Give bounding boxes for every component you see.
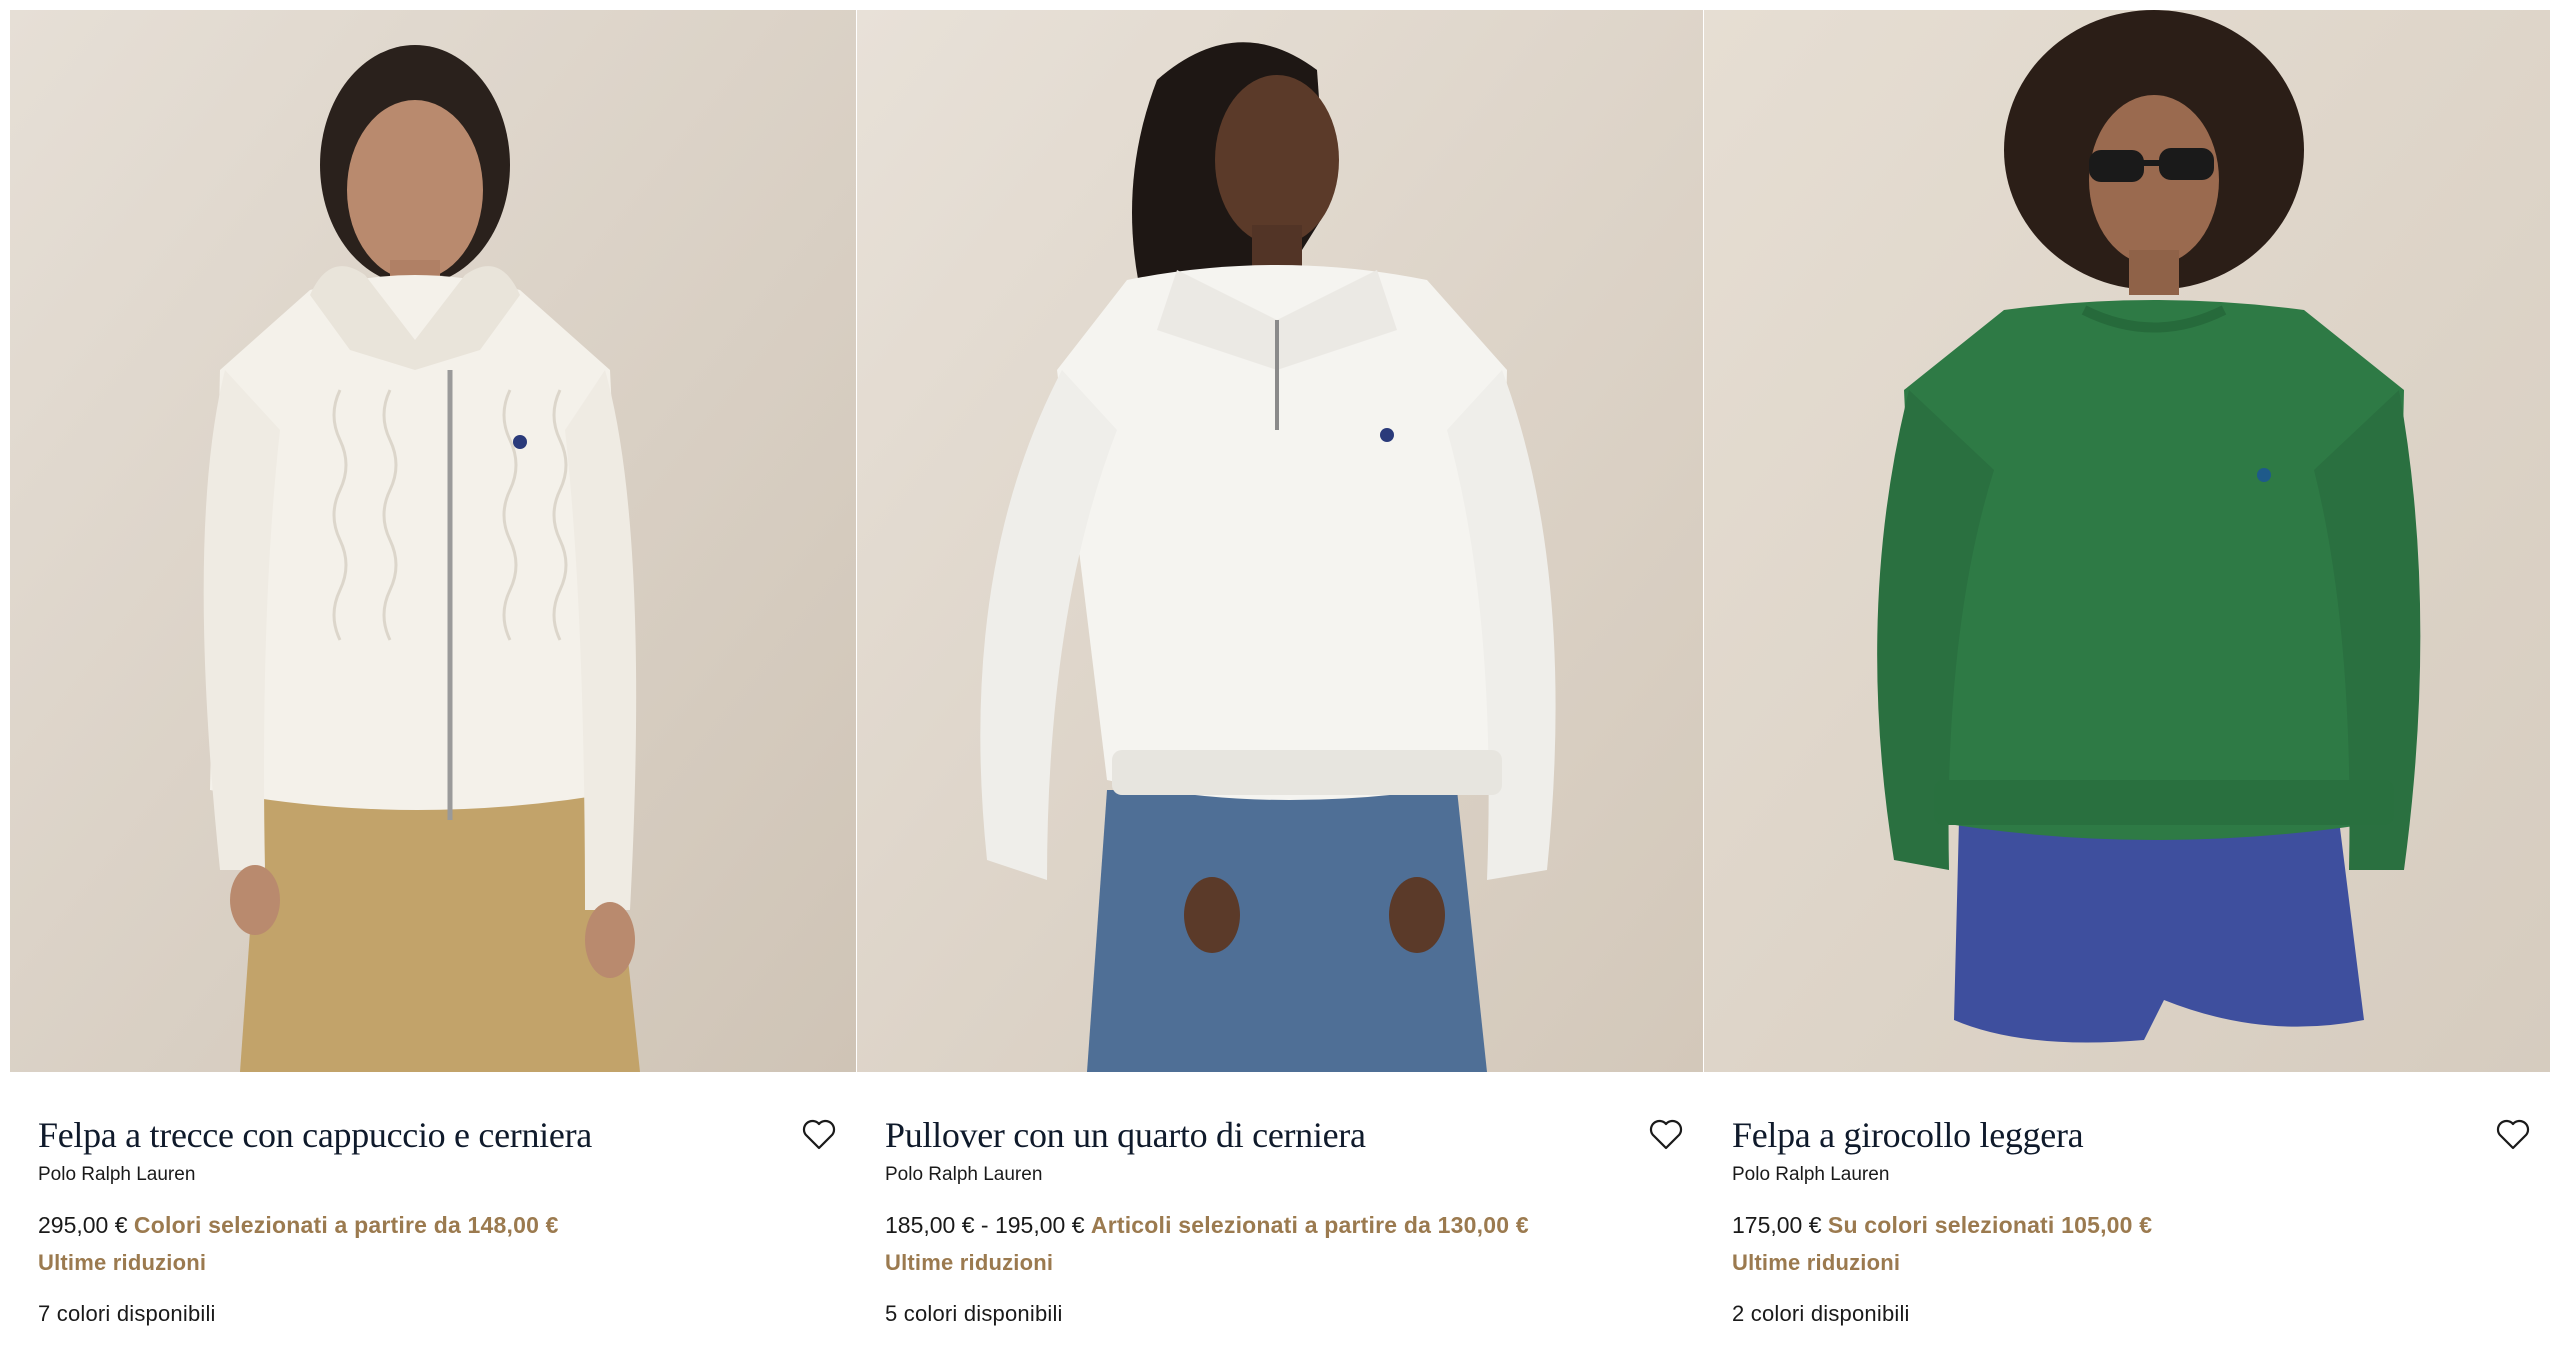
product-image[interactable] [857, 10, 1703, 1072]
model-photo-illustration [10, 10, 856, 1072]
promo-price: Articoli selezionati a partire da 130,00… [1090, 1212, 1529, 1238]
product-brand: Polo Ralph Lauren [885, 1164, 1043, 1185]
product-card[interactable]: Felpa a trecce con cappuccio e cerniera … [10, 10, 856, 1342]
price-line: 295,00 € Colori selezionati a partire da… [38, 1212, 559, 1239]
wishlist-button[interactable] [800, 1116, 838, 1154]
price-line: 175,00 € Su colori selezionati 105,00 € [1732, 1212, 2152, 1239]
promo-price: Colori selezionati a partire da 148,00 € [133, 1212, 559, 1238]
product-image[interactable] [1704, 10, 2550, 1072]
product-title[interactable]: Felpa a girocollo leggera [1732, 1114, 2452, 1156]
product-image[interactable] [10, 10, 856, 1072]
product-price: 295,00 € [38, 1212, 128, 1238]
model-photo-illustration [1704, 10, 2550, 1072]
colors-available[interactable]: 5 colori disponibili [885, 1301, 1063, 1327]
product-grid: Felpa a trecce con cappuccio e cerniera … [10, 10, 2550, 1342]
colors-available[interactable]: 2 colori disponibili [1732, 1301, 1910, 1327]
product-card[interactable]: Pullover con un quarto di cerniera Polo … [857, 10, 1703, 1342]
product-info: Felpa a girocollo leggera Polo Ralph Lau… [1704, 1072, 2550, 1342]
product-price: 175,00 € [1732, 1212, 1822, 1238]
product-card[interactable]: Felpa a girocollo leggera Polo Ralph Lau… [1704, 10, 2550, 1342]
heart-outline-icon [1649, 1119, 1683, 1150]
product-title[interactable]: Felpa a trecce con cappuccio e cerniera [38, 1114, 758, 1156]
reduction-badge: Ultime riduzioni [885, 1250, 1054, 1275]
wishlist-button[interactable] [1647, 1116, 1685, 1154]
product-title[interactable]: Pullover con un quarto di cerniera [885, 1114, 1605, 1156]
reduction-badge: Ultime riduzioni [1732, 1250, 1901, 1275]
product-brand: Polo Ralph Lauren [38, 1164, 196, 1185]
heart-outline-icon [2496, 1119, 2530, 1150]
colors-available[interactable]: 7 colori disponibili [38, 1301, 216, 1327]
product-info: Pullover con un quarto di cerniera Polo … [857, 1072, 1703, 1342]
price-line: 185,00 € - 195,00 € Articoli selezionati… [885, 1212, 1529, 1239]
heart-outline-icon [802, 1119, 836, 1150]
model-photo-illustration [857, 10, 1703, 1072]
promo-price: Su colori selezionati 105,00 € [1827, 1212, 2153, 1238]
product-price: 185,00 € - 195,00 € [885, 1212, 1085, 1238]
product-brand: Polo Ralph Lauren [1732, 1164, 1890, 1185]
reduction-badge: Ultime riduzioni [38, 1250, 207, 1275]
wishlist-button[interactable] [2494, 1116, 2532, 1154]
product-info: Felpa a trecce con cappuccio e cerniera … [10, 1072, 856, 1342]
